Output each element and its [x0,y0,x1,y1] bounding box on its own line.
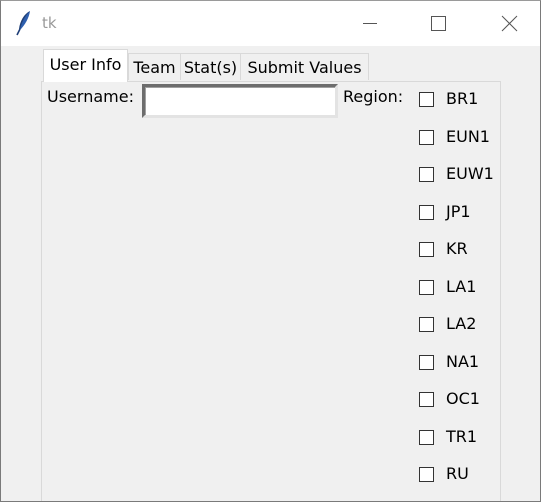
checkbox[interactable] [419,392,434,407]
checkbox-label: LA2 [446,314,477,333]
tab-team[interactable]: Team [128,53,181,80]
checkbox[interactable] [419,167,434,182]
maximize-button[interactable] [415,1,461,46]
region-checkbox-eun1[interactable]: EUN1 [419,127,539,151]
checkbox[interactable] [419,467,434,482]
checkbox-label: JP1 [446,202,471,221]
tab-submit-values[interactable]: Submit Values [240,53,369,80]
username-label: Username: [47,87,134,106]
tab-stats[interactable]: Stat(s) [180,53,241,80]
checkbox-label: RU [446,464,469,483]
checkbox[interactable] [419,205,434,220]
checkbox-label: EUW1 [446,164,494,183]
checkbox-label: NA1 [446,352,480,371]
region-checkbox-jp1[interactable]: JP1 [419,202,539,226]
checkbox[interactable] [419,130,434,145]
title-bar[interactable]: tk [1,1,540,46]
feather-icon [15,10,33,36]
checkbox-label: TR1 [446,427,478,446]
close-button[interactable] [487,1,533,46]
window-title: tk [42,14,57,32]
region-checkbox-tr1[interactable]: TR1 [419,427,539,451]
maximize-icon [431,16,446,31]
checkbox[interactable] [419,280,434,295]
checkbox-label: EUN1 [446,127,490,146]
minimize-button[interactable] [347,1,393,46]
region-checkbox-kr[interactable]: KR [419,239,539,263]
region-label: Region: [343,87,404,106]
minimize-icon [363,23,377,24]
checkbox[interactable] [419,92,434,107]
checkbox-label: KR [446,239,468,258]
checkbox[interactable] [419,355,434,370]
checkbox-label: OC1 [446,389,480,408]
region-checkbox-euw1[interactable]: EUW1 [419,164,539,188]
region-checkbox-na1[interactable]: NA1 [419,352,539,376]
username-input[interactable] [142,84,338,118]
region-checkbox-ru[interactable]: RU [419,464,539,488]
checkbox-label: LA1 [446,277,477,296]
tab-user-info[interactable]: User Info [43,49,128,82]
checkbox-label: BR1 [446,89,479,108]
checkbox[interactable] [419,430,434,445]
close-icon [501,15,518,32]
checkbox[interactable] [419,317,434,332]
region-checkbox-oc1[interactable]: OC1 [419,389,539,413]
checkbox[interactable] [419,242,434,257]
region-checkbox-la1[interactable]: LA1 [419,277,539,301]
app-window: tk User Info Team Stat(s) Submit Values … [0,0,541,502]
region-checkbox-la2[interactable]: LA2 [419,314,539,338]
region-checkbox-br1[interactable]: BR1 [419,89,539,113]
